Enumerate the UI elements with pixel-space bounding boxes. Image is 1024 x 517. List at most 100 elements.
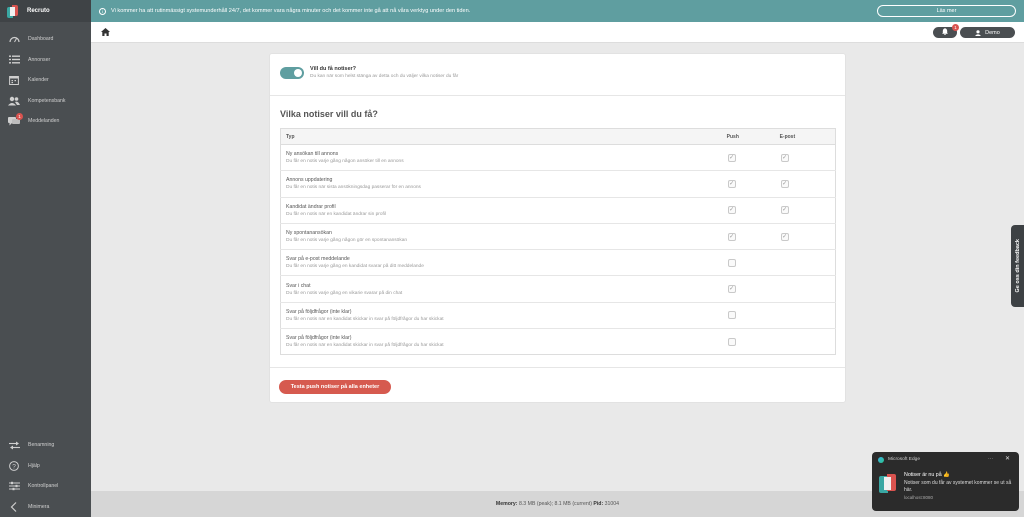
toast-header: Microsoft Edge ··· ✕ <box>872 452 1019 467</box>
email-wrap: ✓ <box>780 179 835 188</box>
push-wrap: ✓ <box>727 179 780 188</box>
table-row: Kandidat ändrar profil Du får en notis nä… <box>280 196 836 224</box>
section-title: Vilka notiser vill du få? <box>280 109 378 119</box>
sidebar-bottom-nav: Benamning ? Hjälp Kontrollpanel Minimera <box>0 435 91 517</box>
push-cell: ✓ <box>726 275 780 303</box>
notification-title: Svar på e-post meddelande <box>286 256 350 263</box>
toast-close-icon[interactable]: ✕ <box>1005 455 1010 462</box>
recruto-logo <box>7 4 18 18</box>
notifications-toggle-row: Vill du få notiser? Du kan när som helst… <box>270 54 845 96</box>
sidebar-item-label: Minimera <box>28 503 50 510</box>
sidebar-item-hjalp[interactable]: ? Hjälp <box>0 456 91 477</box>
push-checkbox[interactable] <box>727 311 736 320</box>
memory-value: 8.3 MB (peak); 8.1 MB (current) <box>518 501 592 507</box>
table-row: Ny ansökan till annons Du får en notis va… <box>280 143 836 171</box>
bell-icon <box>942 28 948 37</box>
sidebar-item-dashboard[interactable]: Dashboard <box>0 29 91 50</box>
notifications-toggle[interactable] <box>280 67 304 79</box>
banner-text: Vi kommer ha att rutinmässigt systemunde… <box>111 8 471 14</box>
notification-type-cell: Svar på följdfrågor (inte klar) Du får en… <box>280 301 727 329</box>
notification-description: Du får en notis varje gång någon ansöker… <box>286 159 404 165</box>
notifications-badge: 1 <box>952 24 959 31</box>
email-checkbox[interactable]: ✓ <box>780 206 789 215</box>
table-row: Svar på följdfrågor (inte klar) Du får en… <box>280 301 836 329</box>
user-menu-button[interactable]: Demo <box>960 27 1015 38</box>
push-cell: ✓ <box>726 170 780 198</box>
push-wrap: ✓ <box>727 153 780 162</box>
notification-title: Svar på följdfrågor (inte klar) <box>286 308 352 315</box>
feedback-tab[interactable]: Ge oss din feedback <box>1011 225 1024 307</box>
toast-more-button[interactable]: ··· <box>988 456 993 462</box>
sidebar: Recruto Dashboard Annonser Kalender Komp… <box>0 0 91 517</box>
sidebar-item-label: Hjälp <box>28 462 40 469</box>
swap-icon <box>8 440 20 450</box>
push-checkbox[interactable]: ✓ <box>727 232 736 241</box>
calendar-icon <box>8 75 20 86</box>
notification-description: Du får en notis varje gång någon gör en … <box>286 238 408 244</box>
toggle-description: Du kan när som helst stänga av detta och… <box>310 74 459 79</box>
brand[interactable]: Recruto <box>0 0 91 22</box>
toast-app-name: Microsoft Edge <box>888 457 920 462</box>
sidebar-item-label: Annonser <box>28 56 51 63</box>
notification-title: Svar i chat <box>286 282 311 289</box>
table-row: Annons uppdatering Du får en notis när si… <box>280 170 836 198</box>
sidebar-item-kompetensbank[interactable]: Kompetensbank <box>0 91 91 112</box>
notification-type-cell: Svar på e-post meddelande Du får en notis… <box>280 249 727 276</box>
push-cell: ✓ <box>726 222 780 250</box>
toast-title: Notiser är nu på 👍 <box>904 472 950 478</box>
sidebar-item-label: Meddelanden <box>28 118 60 125</box>
push-checkbox[interactable]: ✓ <box>727 179 736 188</box>
push-checkbox[interactable] <box>727 337 736 346</box>
email-cell <box>779 328 836 355</box>
push-checkbox[interactable] <box>727 258 736 267</box>
notification-type-cell: Svar på följdfrågor (inte klar) Du får en… <box>280 328 727 355</box>
sidebar-item-kontrollpanel[interactable]: Kontrollpanel <box>0 476 91 497</box>
table-row: Svar på följdfrågor (inte klar) Du får en… <box>280 328 836 355</box>
push-cell <box>726 249 780 276</box>
table-row: Svar på e-post meddelande Du får en notis… <box>280 249 836 276</box>
push-checkbox[interactable]: ✓ <box>727 153 736 162</box>
sidebar-item-meddelanden[interactable]: 1 Meddelanden <box>0 111 91 132</box>
email-cell: ✓ <box>779 196 836 224</box>
push-wrap <box>727 258 780 267</box>
sidebar-item-label: Kompetensbank <box>28 97 66 104</box>
notification-type-cell: Svar i chat Du får en notis varje gång en… <box>280 275 727 303</box>
read-more-button[interactable]: Läs mer <box>877 5 1016 17</box>
notification-title: Svar på följdfrågor (inte klar) <box>286 335 352 342</box>
push-cell <box>726 301 780 329</box>
divider <box>270 367 845 368</box>
sidebar-item-minimera[interactable]: Minimera <box>0 497 91 517</box>
maintenance-banner: i Vi kommer ha att rutinmässigt systemun… <box>91 0 1024 22</box>
push-checkbox[interactable]: ✓ <box>727 206 736 215</box>
email-checkbox[interactable]: ✓ <box>780 232 789 241</box>
test-push-button[interactable]: Testa push notiser på alla enheter <box>279 380 391 394</box>
notification-title: Ny ansökan till annons <box>286 151 339 158</box>
memory-label: Memory: <box>495 501 518 507</box>
notification-type-cell: Kandidat ändrar profil Du får en notis nä… <box>280 196 727 224</box>
sidebar-nav: Dashboard Annonser Kalender Kompetensban… <box>0 22 91 132</box>
info-icon: i <box>99 7 106 15</box>
column-push: Push <box>726 128 780 145</box>
sidebar-item-benamning[interactable]: Benamning <box>0 435 91 456</box>
pid-label: Pid: <box>593 501 604 507</box>
brand-name: Recruto <box>27 8 50 14</box>
users-icon <box>8 96 20 106</box>
email-cell <box>779 301 836 329</box>
edge-icon <box>878 456 884 463</box>
home-icon[interactable] <box>101 28 110 38</box>
sidebar-item-annonser[interactable]: Annonser <box>0 50 91 71</box>
sidebar-item-label: Kalender <box>28 77 49 84</box>
sidebar-item-kalender[interactable]: Kalender <box>0 70 91 91</box>
notification-title: Kandidat ändrar profil <box>286 203 336 210</box>
email-checkbox[interactable]: ✓ <box>780 179 789 188</box>
list-icon <box>8 55 20 65</box>
notification-description: Du får en notis när sista ansökningsdag … <box>286 185 421 191</box>
push-checkbox[interactable]: ✓ <box>727 285 736 294</box>
push-wrap <box>727 311 780 320</box>
email-checkbox[interactable]: ✓ <box>780 153 789 162</box>
edge-notification-toast[interactable]: Microsoft Edge ··· ✕ Notiser är nu på 👍 … <box>872 452 1019 511</box>
table-header-row: Typ Push E-post <box>280 128 836 145</box>
table-row: Svar i chat Du får en notis varje gång en… <box>280 275 836 303</box>
notification-type-cell: Ny ansökan till annons Du får en notis va… <box>280 143 727 171</box>
notification-description: Du får en notis varje gång en kandidat s… <box>286 264 424 270</box>
